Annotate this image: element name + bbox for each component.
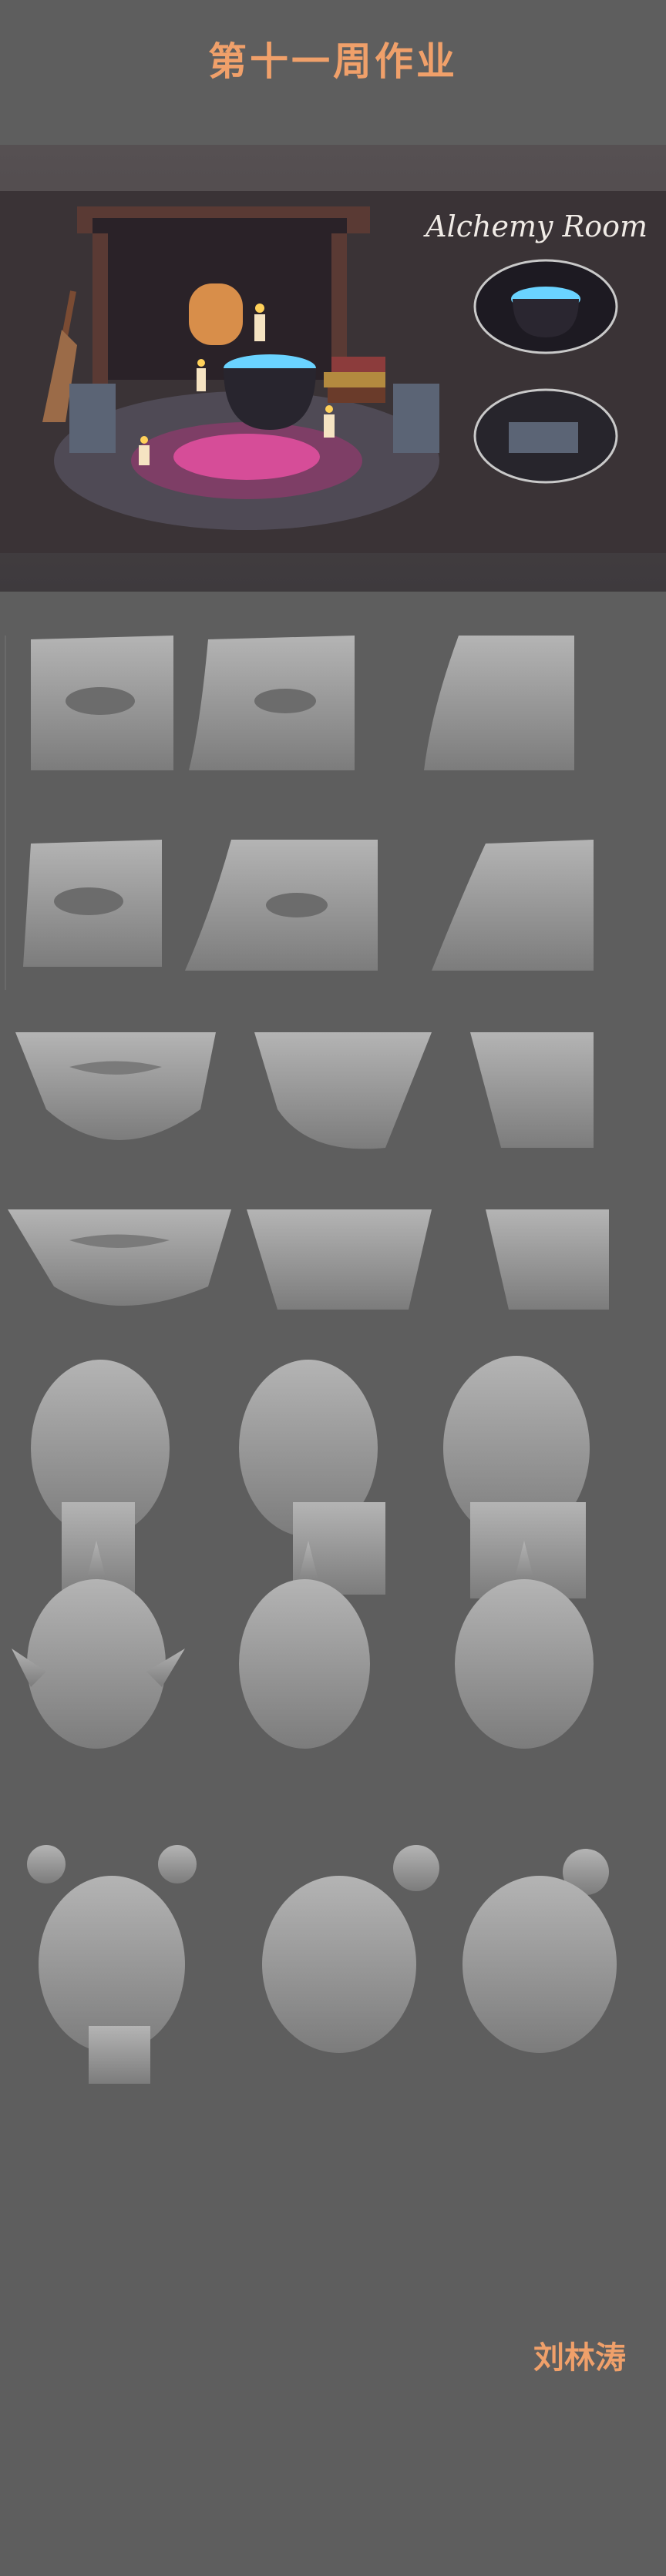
banner-title: Alchemy Room: [426, 210, 648, 243]
sculpt-studies: [8, 636, 617, 2084]
eye-study-row-2: [23, 840, 594, 971]
page-title: 第十一周作业: [208, 39, 458, 84]
mouth-study-row-2: [8, 1209, 609, 1310]
render-stage: Alchemy Room: [0, 191, 666, 553]
mouth-study-row-1: [15, 1032, 594, 1149]
alchemy-room-render: [0, 191, 666, 553]
alchemy-room-banner: Alchemy Room: [0, 145, 666, 592]
author-signature: 刘林涛: [533, 2340, 626, 2376]
eye-study-row-1: [31, 636, 574, 770]
head-study-female: [27, 1845, 617, 2084]
